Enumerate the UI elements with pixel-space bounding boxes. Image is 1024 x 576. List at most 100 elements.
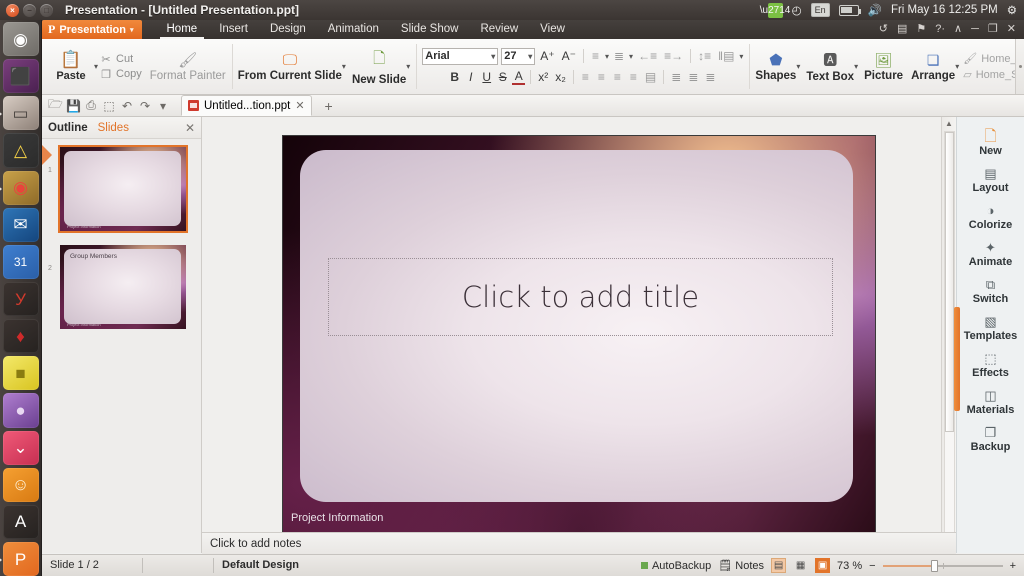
zoom-slider[interactable] [882,559,1003,572]
grow-font-button[interactable]: A⁺ [538,49,556,63]
files-window-icon[interactable]: ⬛ [2,59,39,94]
side-panel-item-new[interactable]: 🗋 New [957,129,1024,157]
restore-icon[interactable]: ❐ [988,20,998,39]
superscript-button[interactable]: x² [536,70,550,84]
media-player-icon[interactable]: ● [2,393,39,428]
scrollbar-thumb[interactable] [944,132,954,432]
help-icon[interactable]: ?· [935,20,945,39]
scroll-up-icon[interactable]: ▲ [945,117,953,130]
customize-toolbar-icon[interactable]: ▾ [156,99,170,113]
app-menu-button[interactable]: P Presentation ▾ [42,20,142,39]
slides-panel-close-icon[interactable]: ✕ [185,121,195,135]
volume-icon[interactable]: 🔊 [868,3,882,17]
from-current-slide-button[interactable]: 🖵 From Current Slide [238,52,342,82]
smile-app-icon[interactable]: ☺ [2,467,39,502]
font-name-input[interactable]: Arial ▾ [422,47,499,65]
columns-chevron-down-icon[interactable]: ▾ [739,52,743,61]
picture-button[interactable]: 🖼 Picture [864,52,903,82]
numbering-chevron-down-icon[interactable]: ▾ [629,52,633,61]
window-close-button[interactable]: × [6,3,19,17]
side-panel-item-switch[interactable]: ⧉ Switch [957,277,1024,305]
wifi-icon[interactable]: ◴ [792,3,802,17]
slide-thumbnail[interactable]: Project Information [58,145,188,233]
anydesk-icon[interactable]: A [2,504,39,539]
justify-button[interactable]: ≡ [627,70,640,84]
undo-history-icon[interactable]: ↺ [879,20,888,39]
yandex-icon[interactable]: У [2,281,39,317]
collapse-ribbon-icon[interactable]: ∧ [954,20,962,39]
document-tab[interactable]: Untitled...tion.ppt ✕ [181,95,312,116]
new-slide-chevron-down-icon[interactable]: ▾ [406,62,410,71]
side-panel-item-materials[interactable]: ◫ Materials [957,388,1024,416]
open-folder-icon[interactable]: 🗁 [48,95,63,116]
save-status-icon[interactable]: ▤ [897,20,907,39]
file-manager-icon[interactable]: ▭ [0,96,39,131]
new-document-tab-button[interactable]: + [325,98,333,114]
strikethrough-button[interactable]: S [496,70,509,84]
shapes-chevron-down-icon[interactable]: ▾ [796,62,800,71]
ribbon-tab-slide-show[interactable]: Slide Show [390,20,470,39]
keyboard-layout-indicator[interactable]: En [810,3,830,17]
tab-outline[interactable]: Outline [48,122,88,134]
text-box-button[interactable]: 🅰 Text Box [806,50,854,83]
side-panel-item-colorize[interactable]: ◑ Colorize [957,203,1024,231]
presentation-app-icon[interactable]: P [0,541,39,576]
ribbon-tab-animation[interactable]: Animation [317,20,390,39]
battery-icon[interactable] [838,4,861,16]
slide-canvas[interactable]: Click to add title Project Information [283,136,875,532]
tab-slides[interactable]: Slides [98,122,129,134]
slide-sorter-button[interactable]: ▦ [793,558,808,573]
side-panel-item-templates[interactable]: ▧ Templates [957,314,1024,342]
print-icon[interactable]: ⎙ [84,98,98,113]
columns-button[interactable]: ‖▤ [716,49,736,63]
shrink-font-button[interactable]: A⁻ [560,49,578,63]
font-name-chevron-down-icon[interactable]: ▾ [491,52,495,61]
underline-button[interactable]: U [480,70,493,84]
align-left-button[interactable]: ≡ [579,70,592,84]
notes-icon[interactable]: ■ [2,356,39,391]
font-size-input[interactable]: 27 ▾ [501,47,536,65]
font-color-button[interactable]: A [512,69,526,85]
bullets-chevron-down-icon[interactable]: ▾ [605,52,609,61]
side-panel-item-effects[interactable]: ⬚ Effects [957,351,1024,379]
slideshow-view-button[interactable]: ▣ [815,558,831,573]
numbering-button[interactable]: ≣ [612,49,626,63]
save-icon[interactable]: 💾 [66,99,81,113]
zoom-out-button[interactable]: − [869,560,875,572]
outlook-icon[interactable]: ✉ [2,207,39,242]
notes-pane[interactable]: Click to add notes [202,532,956,554]
bullets-button[interactable]: ≡ [589,49,602,63]
clock[interactable]: Fri May 16 12:25 PM [891,4,998,16]
side-panel-item-layout[interactable]: ▤ Layout [957,166,1024,194]
decrease-indent-button[interactable]: ←≡ [636,49,659,63]
from-current-slide-chevron-down-icon[interactable]: ▾ [342,62,346,71]
ubuntu-dash-icon[interactable]: ◉ [2,22,39,57]
align-center-button[interactable]: ≡ [595,70,608,84]
new-document-icon[interactable]: ⬚ [102,99,116,113]
shapes-button[interactable]: ⬟ Shapes [755,51,796,82]
sync-icon[interactable]: \u2714 [760,2,790,18]
window-minimize-button[interactable]: − [23,3,36,17]
side-panel-item-animate[interactable]: ✦ Animate [957,240,1024,268]
line-spacing-button[interactable]: ↕≡ [696,49,713,63]
undo-icon[interactable]: ↶ [120,99,134,113]
slide-thumbnail[interactable]: Group Members Project Information [60,245,186,329]
ribbon-tab-review[interactable]: Review [469,20,529,39]
normal-view-button[interactable]: ▤ [771,558,787,573]
title-placeholder[interactable]: Click to add title [328,258,833,336]
bold-button[interactable]: B [448,70,461,84]
autobackup-status[interactable]: AutoBackup [640,560,711,572]
subscript-button[interactable]: x₂ [553,70,568,84]
alert-icon[interactable]: ⚑ [916,20,926,39]
ribbon-scrollbar[interactable] [1015,39,1024,94]
new-slide-button[interactable]: 🗋 New Slide [352,48,406,86]
minimize-icon[interactable]: ─ [971,20,979,39]
download-manager-icon[interactable]: ⌄ [2,430,39,465]
ribbon-tab-insert[interactable]: Insert [208,20,259,39]
gear-icon[interactable]: ⚙ [1007,3,1017,17]
align-right-button[interactable]: ≡ [611,70,624,84]
adobe-icon[interactable]: ♦ [2,319,39,354]
italic-button[interactable]: I [464,70,477,84]
paste-button[interactable]: 📋 Paste [48,51,94,83]
cut-button[interactable]: ✂ Cut [100,53,142,66]
